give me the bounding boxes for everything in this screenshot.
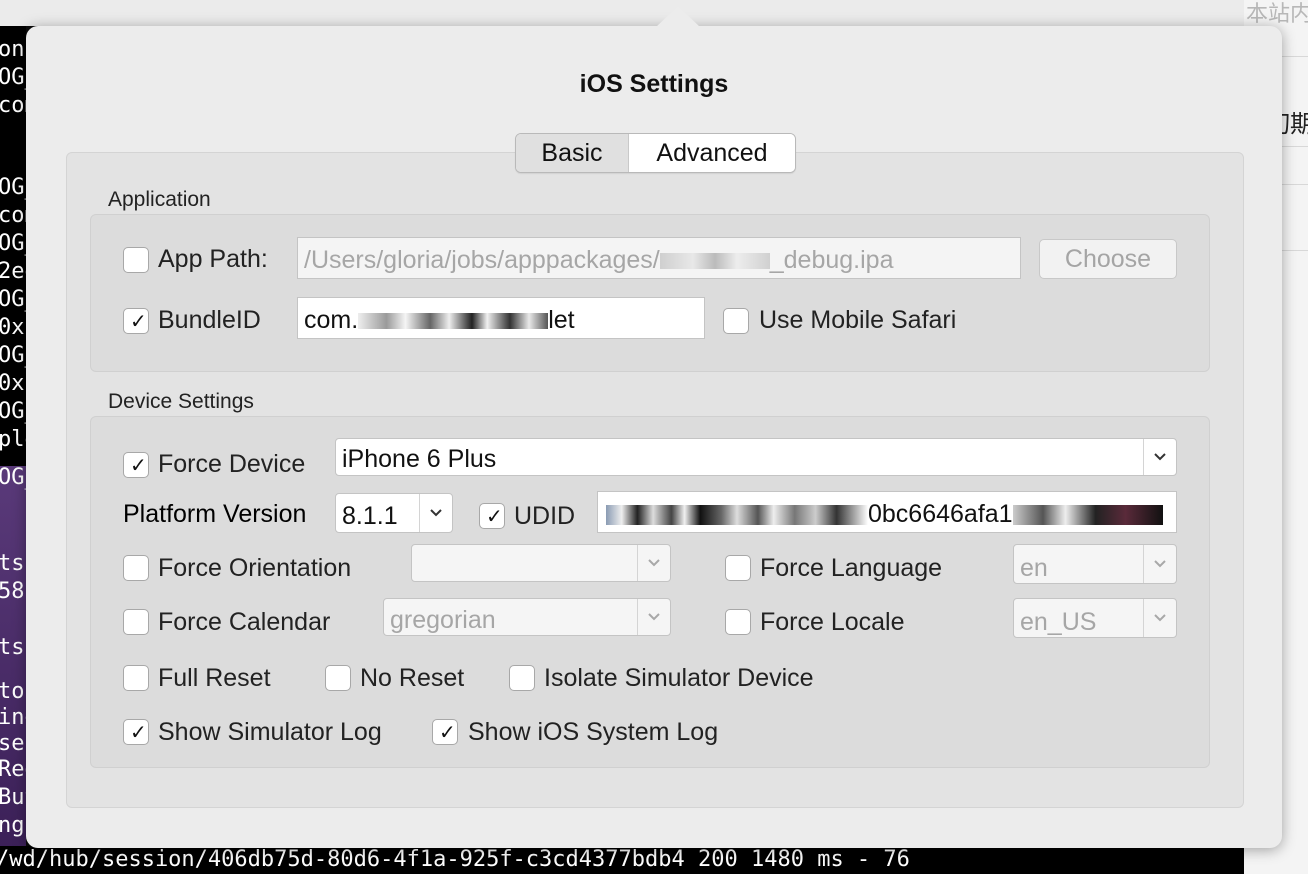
udid-visible-value: 0bc6646afa1 [868, 500, 1013, 528]
redacted-text [358, 313, 549, 330]
terminal-text-line: ple [0, 427, 26, 452]
show-simulator-log-label: Show Simulator Log [158, 718, 382, 746]
force-locale-select[interactable]: en_US [1013, 598, 1177, 638]
show-ios-system-log-label: Show iOS System Log [468, 718, 719, 746]
checkmark-icon: ✓ [130, 309, 147, 333]
force-device-value: iPhone 6 Plus [342, 445, 497, 473]
redacted-text [1012, 505, 1163, 526]
terminal-text-line: 0x1 [0, 315, 26, 340]
full-reset-label: Full Reset [158, 664, 271, 692]
no-reset-label: No Reset [360, 664, 465, 692]
checkmark-icon: ✓ [130, 720, 147, 744]
tab-advanced[interactable]: Advanced [629, 134, 795, 172]
browser-toolbar-background [0, 0, 1308, 26]
terminal-text-line: OG_ [0, 399, 26, 424]
terminal-text-line: 2ee [0, 259, 26, 284]
checkmark-icon: ✓ [486, 504, 503, 528]
app-path-suffix: _debug.ipa [769, 246, 894, 274]
force-language-select[interactable]: en [1013, 544, 1177, 584]
terminal-text-line: ng [0, 813, 25, 838]
app-path-label: App Path: [158, 245, 268, 273]
use-mobile-safari-checkbox[interactable] [723, 308, 749, 334]
force-calendar-checkbox[interactable] [123, 609, 149, 635]
terminal-text-line: OG_ [0, 343, 26, 368]
terminal-text-line: ts [0, 551, 25, 576]
force-orientation-checkbox[interactable] [123, 555, 149, 581]
terminal-text-line: Red [0, 757, 26, 782]
force-locale-label: Force Locale [760, 608, 905, 636]
redacted-text [606, 505, 868, 526]
terminal-text-line: com [0, 203, 26, 228]
bundle-id-field[interactable]: com. let [297, 297, 705, 339]
app-path-prefix: /Users/gloria/jobs/apppackages/ [304, 246, 660, 274]
use-mobile-safari-label: Use Mobile Safari [759, 306, 957, 334]
force-locale-value: en_US [1020, 608, 1097, 636]
force-language-label: Force Language [760, 554, 943, 582]
bundle-id-label: BundleID [158, 306, 261, 334]
popover-arrow [656, 6, 700, 27]
force-language-value: en [1020, 554, 1048, 582]
chevron-down-icon [1143, 599, 1176, 637]
udid-field[interactable]: 0bc6646afa1 [597, 491, 1177, 533]
no-reset-checkbox[interactable] [325, 665, 351, 691]
terminal-text-line: OG_ [0, 287, 26, 312]
terminal-text-line: But [0, 785, 26, 810]
terminal-text-line: ts [0, 635, 25, 660]
platform-version-label: Platform Version [123, 500, 307, 528]
chevron-down-icon [1143, 545, 1176, 583]
force-device-label: Force Device [158, 450, 306, 478]
force-calendar-select[interactable]: gregorian [383, 598, 671, 636]
tab-basic[interactable]: Basic [516, 134, 629, 172]
platform-version-value: 8.1.1 [342, 502, 398, 530]
ios-settings-popover: iOS Settings Basic Advanced Application … [26, 6, 1282, 848]
isolate-simulator-device-label: Isolate Simulator Device [544, 664, 814, 692]
terminal-text-line: OG_ [0, 175, 26, 200]
terminal-window: onOG_comOG_comOG_2eeOG_0x1OG_0x1OG_pleOG… [0, 26, 26, 874]
chevron-down-icon [1143, 439, 1176, 475]
chevron-down-icon [419, 494, 452, 532]
terminal-text-line: com [0, 93, 26, 118]
terminal-text-line: on [0, 37, 25, 62]
force-locale-checkbox[interactable] [725, 609, 751, 635]
app-path-checkbox[interactable] [123, 247, 149, 273]
bundle-id-suffix: let [548, 306, 575, 334]
show-simulator-log-checkbox[interactable]: ✓ [123, 719, 149, 745]
terminal-text-line: OG_ [0, 65, 26, 90]
tab-segmented-control: Basic Advanced [515, 133, 796, 173]
force-language-checkbox[interactable] [725, 555, 751, 581]
terminal-text-line: 0x1 [0, 371, 26, 396]
checkmark-icon: ✓ [439, 720, 456, 744]
dialog-title: iOS Settings [579, 70, 729, 98]
browser-text: 本站内 [1246, 2, 1308, 27]
full-reset-checkbox[interactable] [123, 665, 149, 691]
force-calendar-label: Force Calendar [158, 608, 331, 636]
terminal-log-line: /wd/hub/session/406db75d-80d6-4f1a-925f-… [0, 846, 1244, 874]
show-ios-system-log-checkbox[interactable]: ✓ [432, 719, 458, 745]
terminal-text-line: ing [0, 705, 26, 730]
force-orientation-label: Force Orientation [158, 554, 352, 582]
choose-button[interactable]: Choose [1039, 239, 1177, 279]
isolate-simulator-device-checkbox[interactable] [509, 665, 535, 691]
checkmark-icon: ✓ [130, 453, 147, 477]
terminal-text-line: tor [0, 679, 26, 704]
terminal-text-line: 58F [0, 579, 26, 604]
bundle-id-prefix: com. [304, 306, 359, 334]
force-calendar-value: gregorian [390, 606, 496, 634]
force-device-select[interactable]: iPhone 6 Plus [335, 438, 1177, 476]
force-device-checkbox[interactable]: ✓ [123, 452, 149, 478]
terminal-text-line: OG_ [0, 465, 26, 490]
app-path-field[interactable]: /Users/gloria/jobs/apppackages/ _debug.ip… [297, 237, 1021, 279]
application-section-label: Application [108, 188, 211, 211]
udid-checkbox[interactable]: ✓ [479, 503, 505, 529]
chevron-down-icon [637, 599, 670, 635]
redacted-text [659, 253, 770, 270]
bundle-id-checkbox[interactable]: ✓ [123, 308, 149, 334]
udid-label: UDID [514, 502, 576, 530]
terminal-text-line: ses [0, 731, 26, 756]
terminal-text-line: OG_ [0, 231, 26, 256]
device-settings-section-label: Device Settings [108, 390, 254, 413]
platform-version-select[interactable]: 8.1.1 [335, 493, 453, 533]
chevron-down-icon [637, 545, 670, 581]
force-orientation-select[interactable] [411, 544, 671, 582]
